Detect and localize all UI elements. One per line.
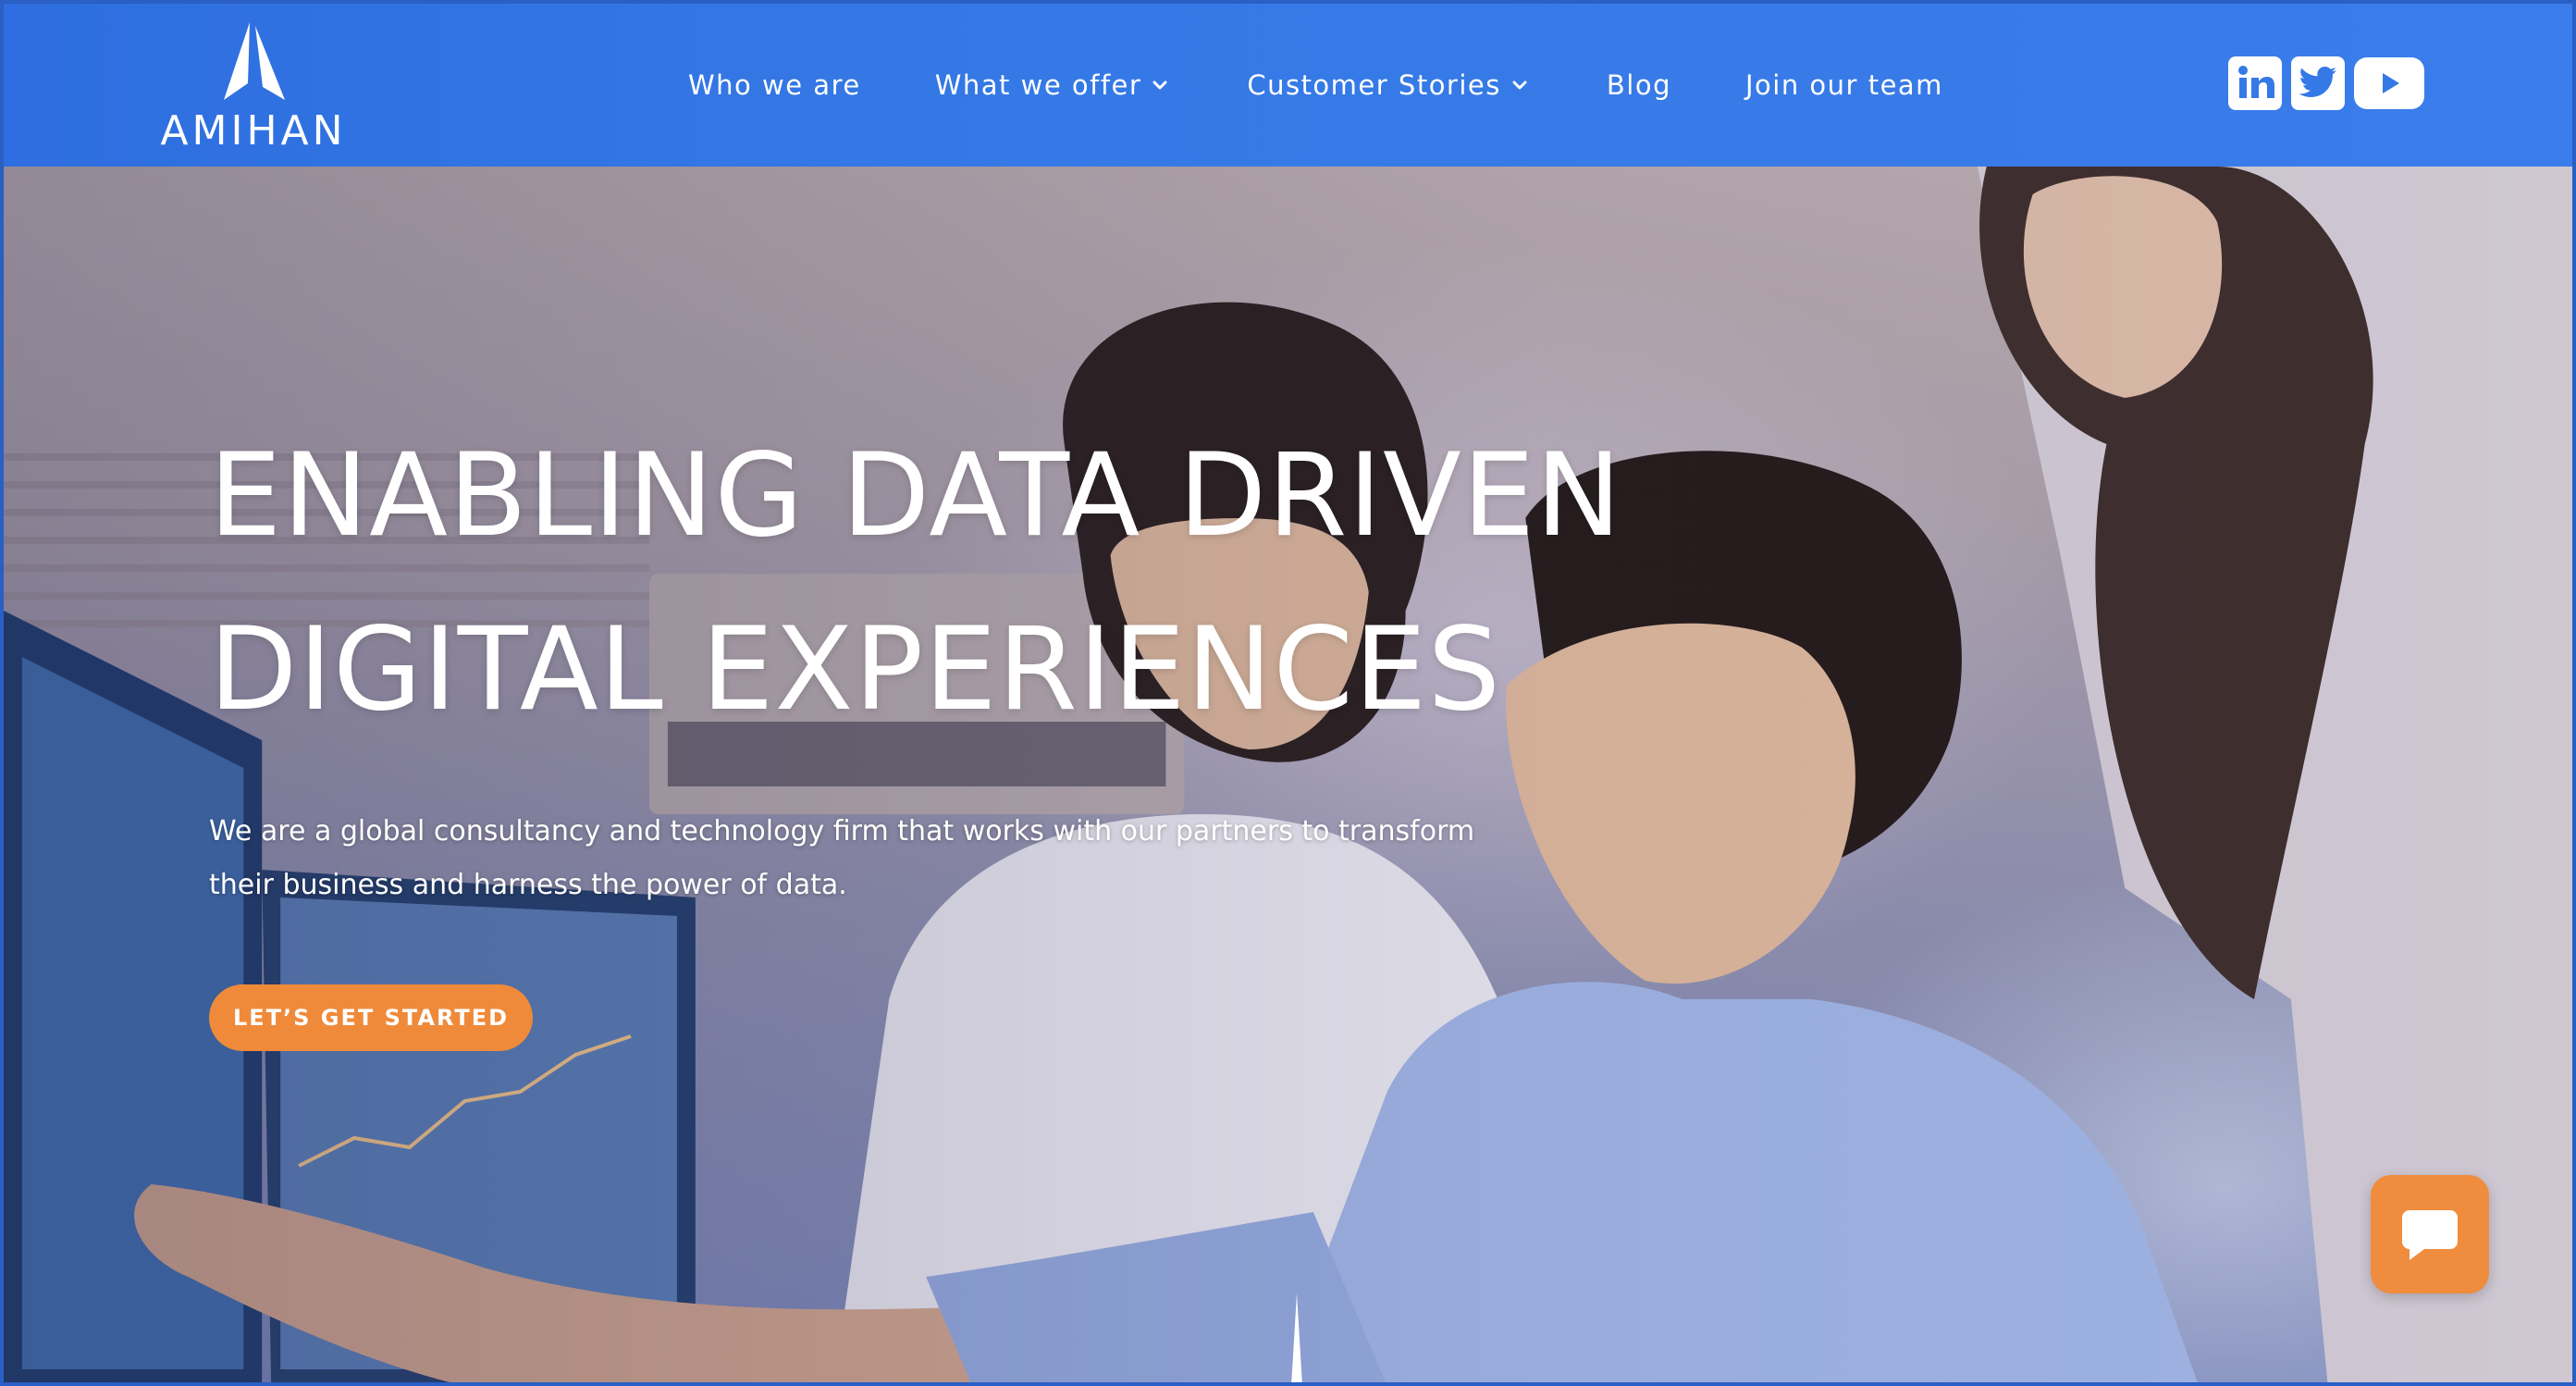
chevron-down-icon [1512, 80, 1527, 90]
nav-join-our-team[interactable]: Join our team [1745, 69, 1943, 101]
hero-subtitle: We are a global consultancy and technolo… [209, 815, 1475, 901]
hero-overlay [4, 167, 2572, 1382]
hero-section: ENABLING DATA DRIVEN DIGITAL EXPERIENCES… [4, 167, 2572, 1382]
nav-label: Join our team [1744, 69, 1943, 101]
site-header: AMIHAN Who we are What we offer Customer… [4, 0, 2572, 167]
main-nav: Who we are What we offer Customer Storie… [688, 61, 1943, 109]
chat-widget-button[interactable] [2371, 1175, 2489, 1293]
hero-title-line2: DIGITAL EXPERIENCES [209, 603, 1502, 736]
nav-label: Customer Stories [1247, 69, 1501, 101]
nav-label: What we offer [934, 69, 1142, 101]
chevron-down-icon [1152, 80, 1167, 90]
hero-title-line1: ENABLING DATA DRIVEN [209, 429, 1622, 563]
twitter-icon[interactable] [2291, 56, 2345, 110]
youtube-icon[interactable] [2354, 57, 2424, 109]
nav-blog[interactable]: Blog [1607, 69, 1671, 101]
nav-what-we-offer[interactable]: What we offer [935, 69, 1168, 101]
amihan-logo[interactable]: AMIHAN [152, 22, 355, 156]
get-started-button[interactable]: LET’S GET STARTED [209, 984, 533, 1051]
nav-label: Who we are [688, 69, 861, 101]
hero-title: ENABLING DATA DRIVEN DIGITAL EXPERIENCES [209, 409, 1781, 757]
scroll-indicator-icon [1291, 1293, 1302, 1382]
browser-viewport: AMIHAN Who we are What we offer Customer… [0, 0, 2576, 1386]
linkedin-icon[interactable] [2228, 56, 2282, 110]
social-links [2228, 56, 2424, 110]
logo-text: AMIHAN [160, 107, 347, 155]
chat-bubble-icon [2402, 1210, 2458, 1260]
nav-label: Blog [1606, 69, 1671, 101]
nav-who-we-are[interactable]: Who we are [688, 69, 861, 101]
nav-customer-stories[interactable]: Customer Stories [1247, 69, 1527, 101]
logo-mark-icon [224, 22, 285, 100]
